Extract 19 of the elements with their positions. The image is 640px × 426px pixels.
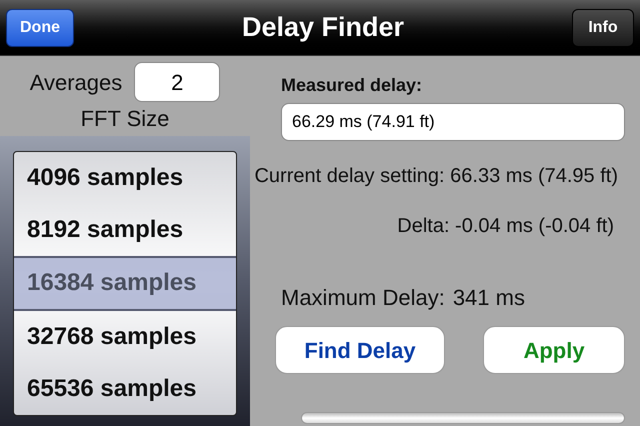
picker-row[interactable]: 8192 samples xyxy=(14,204,236,256)
picker-row[interactable]: 16384 samples xyxy=(14,256,236,312)
delta-text: Delta: -0.04 ms (-0.04 ft) xyxy=(397,214,615,239)
picker-row[interactable]: 32768 samples xyxy=(14,311,236,364)
maximum-delay-label: Maximum Delay: xyxy=(281,284,445,312)
averages-label: Averages xyxy=(30,68,122,97)
maximum-delay-value: 341 ms xyxy=(452,284,525,312)
current-delay-text: Current delay setting: 66.33 ms (74.95 ft) xyxy=(254,164,618,189)
apply-button[interactable]: Apply xyxy=(483,326,625,374)
fft-size-label: FFT Size xyxy=(80,105,170,133)
info-button[interactable]: Info xyxy=(572,8,634,46)
window-title: Delay Finder xyxy=(242,11,404,44)
picker-row[interactable]: 65536 samples xyxy=(14,363,236,415)
measured-delay-field[interactable]: 66.29 ms (74.91 ft) xyxy=(281,103,625,141)
measured-delay-label: Measured delay: xyxy=(281,74,424,97)
picker-row[interactable]: 4096 samples xyxy=(14,152,236,204)
done-button[interactable]: Done xyxy=(6,8,74,46)
averages-field[interactable]: 2 xyxy=(134,62,220,102)
find-delay-button[interactable]: Find Delay xyxy=(275,326,445,374)
